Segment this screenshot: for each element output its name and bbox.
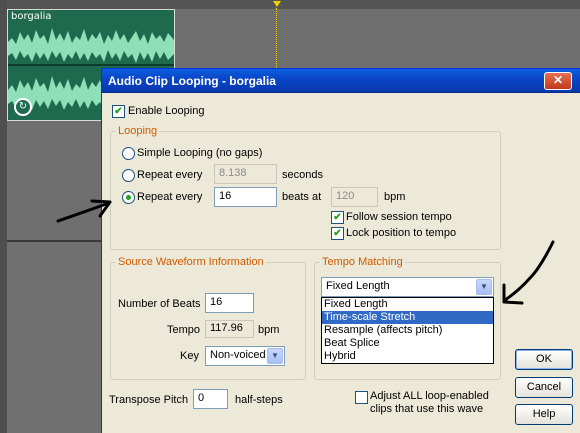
looping-group-title: Looping bbox=[116, 125, 160, 137]
dropdown-option[interactable]: Beat Splice bbox=[322, 337, 493, 350]
beats-at-label: beats at bbox=[282, 191, 322, 203]
number-of-beats-input[interactable]: 16 bbox=[205, 293, 254, 313]
ok-button[interactable]: OK bbox=[515, 349, 573, 370]
timeline-ruler[interactable] bbox=[7, 0, 580, 9]
chevron-down-icon[interactable]: ▼ bbox=[476, 279, 492, 295]
loop-icon: ↻ bbox=[14, 98, 32, 116]
clip-name-label: borgalia bbox=[11, 11, 52, 22]
dropdown-option[interactable]: Fixed Length bbox=[322, 298, 493, 311]
help-button[interactable]: Help bbox=[515, 404, 573, 425]
bpm-unit-label: bpm bbox=[384, 191, 406, 203]
bpm-input[interactable]: 120 bbox=[331, 187, 378, 207]
tempo-matching-select-value: Fixed Length bbox=[326, 280, 390, 292]
tempo-label: Tempo bbox=[167, 324, 201, 336]
dropdown-option[interactable]: Resample (affects pitch) bbox=[322, 324, 493, 337]
audio-clip-looping-dialog: Audio Clip Looping - borgalia ✕ ✔ Enable… bbox=[101, 68, 580, 433]
close-icon: ✕ bbox=[552, 73, 564, 87]
adjust-all-label-line1: Adjust ALL loop-enabled bbox=[370, 390, 489, 402]
repeat-seconds-input[interactable]: 8.138 bbox=[214, 164, 277, 184]
repeat-seconds-label: Repeat every bbox=[137, 169, 203, 181]
close-button[interactable]: ✕ bbox=[544, 72, 572, 90]
dropdown-option[interactable]: Hybrid bbox=[322, 350, 493, 363]
dialog-title: Audio Clip Looping - borgalia bbox=[108, 74, 276, 88]
key-select-value: Non-voiced bbox=[210, 349, 266, 361]
transpose-pitch-input[interactable]: 0 bbox=[193, 389, 228, 409]
follow-session-tempo-checkbox[interactable]: ✔ bbox=[331, 211, 344, 224]
tempo-matching-group-title: Tempo Matching bbox=[320, 256, 405, 268]
source-waveform-group-title: Source Waveform Information bbox=[116, 256, 266, 268]
enable-looping-checkbox[interactable]: ✔ bbox=[112, 105, 125, 118]
chevron-down-icon[interactable]: ▼ bbox=[267, 348, 283, 364]
transpose-pitch-label: Transpose Pitch bbox=[109, 394, 189, 406]
adjust-all-checkbox[interactable] bbox=[355, 391, 368, 404]
dropdown-option-highlighted[interactable]: Time-scale Stretch bbox=[322, 311, 493, 324]
repeat-beats-radio[interactable] bbox=[122, 191, 135, 204]
key-label: Key bbox=[180, 350, 199, 362]
seconds-unit-label: seconds bbox=[282, 169, 323, 181]
simple-looping-label: Simple Looping (no gaps) bbox=[137, 147, 263, 159]
playhead-marker-icon[interactable] bbox=[273, 1, 281, 7]
enable-looping-label: Enable Looping bbox=[128, 105, 205, 117]
simple-looping-radio[interactable] bbox=[122, 147, 135, 160]
tempo-unit-label: bpm bbox=[258, 324, 280, 336]
lock-position-checkbox[interactable]: ✔ bbox=[331, 227, 344, 240]
tempo-matching-dropdown-list: Fixed Length Time-scale Stretch Resample… bbox=[321, 297, 494, 364]
repeat-seconds-radio[interactable] bbox=[122, 169, 135, 182]
cancel-button[interactable]: Cancel bbox=[515, 377, 573, 398]
tempo-matching-select[interactable]: Fixed Length ▼ bbox=[321, 277, 494, 297]
adjust-all-label-line2: clips that use this wave bbox=[370, 403, 484, 415]
tempo-value: 117.96 bbox=[205, 320, 254, 338]
key-select[interactable]: Non-voiced ▼ bbox=[205, 346, 285, 366]
repeat-beats-input[interactable]: 16 bbox=[214, 187, 277, 207]
half-steps-label: half-steps bbox=[235, 394, 283, 406]
track-header-strip bbox=[0, 0, 7, 433]
lock-position-label: Lock position to tempo bbox=[346, 227, 457, 239]
number-of-beats-label: Number of Beats bbox=[118, 298, 201, 310]
dialog-titlebar[interactable]: Audio Clip Looping - borgalia ✕ bbox=[102, 69, 580, 93]
repeat-beats-label: Repeat every bbox=[137, 191, 203, 203]
follow-session-tempo-label: Follow session tempo bbox=[346, 211, 452, 223]
